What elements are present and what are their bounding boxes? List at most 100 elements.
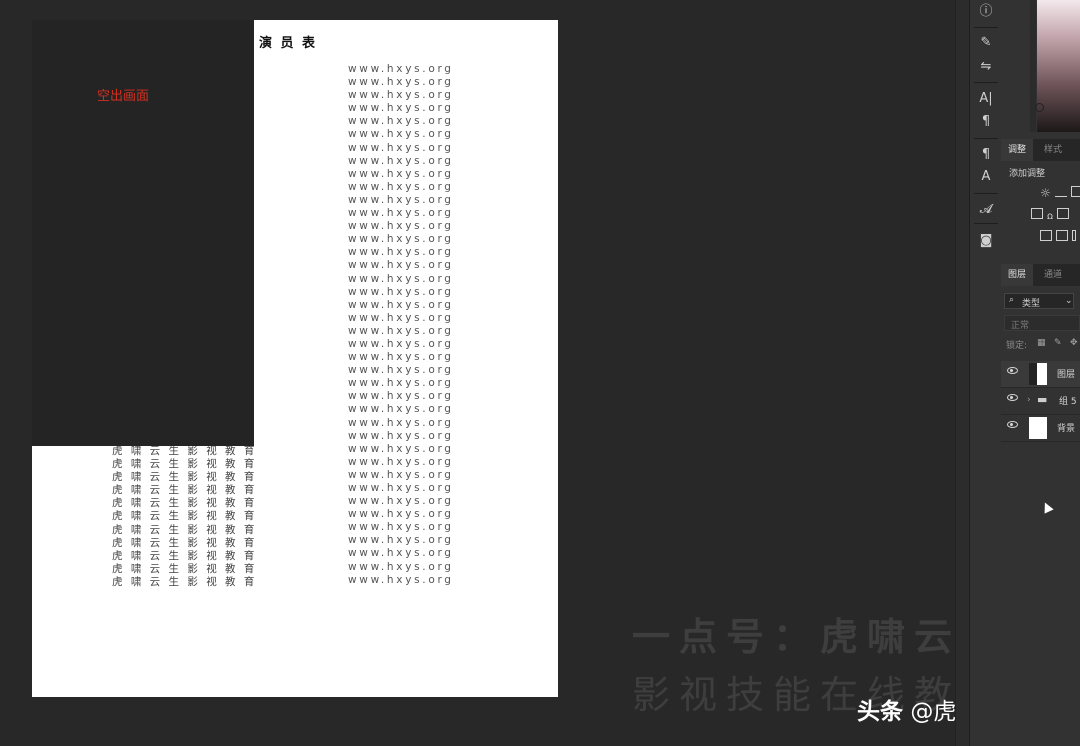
toolbar-separator: [974, 193, 998, 194]
visibility-eye-icon[interactable]: [1007, 394, 1018, 401]
add-adjustment-label: 添加调整: [1009, 169, 1046, 179]
name-credit-line: 虎 啸 云 生 影 视 教 育: [112, 575, 257, 588]
blank-frame-area: 空出画面: [32, 20, 254, 446]
black-white-icon[interactable]: [1057, 208, 1070, 219]
url-credit-line: www.hxys.org: [348, 167, 454, 180]
layer-comps-icon[interactable]: ◙: [970, 232, 1002, 250]
layer-filter-select[interactable]: ⌕ 类型 ⌄: [1004, 293, 1074, 309]
paragraph-styles-icon[interactable]: ¶: [970, 146, 1002, 164]
layer-thumbnail: [1029, 363, 1047, 385]
toolbar-separator: [974, 223, 998, 224]
color-balance-icon[interactable]: ꭥ: [1047, 208, 1053, 222]
blend-mode-select[interactable]: 正常: [1004, 315, 1080, 331]
lock-transparency-icon[interactable]: ▦: [1037, 338, 1046, 348]
brightness-icon[interactable]: ☼: [1040, 186, 1051, 200]
url-credit-line: www.hxys.org: [348, 495, 454, 508]
credit-prefix: 头条: [857, 699, 903, 725]
blank-frame-label: 空出画面: [97, 89, 150, 104]
url-credit-line: www.hxys.org: [348, 76, 454, 89]
tab-layers[interactable]: 图层: [1001, 264, 1034, 286]
channel-mixer-icon[interactable]: [1056, 230, 1068, 241]
url-credit-line: www.hxys.org: [348, 193, 454, 206]
adjustments-tabbar: 调整 样式: [1001, 139, 1080, 161]
blend-mode-value: 正常: [1011, 321, 1030, 331]
gradient-map-icon[interactable]: [1072, 230, 1076, 241]
canvas-document[interactable]: 演 员 表 www.hxys.org www.hxys.org www.hxys.o…: [32, 20, 558, 697]
name-credit-line: 虎 啸 云 生 影 视 教 育: [112, 484, 257, 497]
character-icon[interactable]: A|: [970, 90, 1002, 108]
url-credit-line: www.hxys.org: [348, 63, 454, 75]
url-credit-line: www.hxys.org: [348, 337, 454, 350]
url-credit-line: www.hxys.org: [348, 390, 454, 403]
layer-row[interactable]: › ▬ 组 5: [1001, 388, 1080, 415]
chevron-right-icon[interactable]: ›: [1027, 395, 1031, 405]
url-credit-line: www.hxys.org: [348, 154, 454, 167]
url-credit-line: www.hxys.org: [348, 351, 454, 364]
layer-thumbnail: [1029, 417, 1047, 439]
hue-saturation-icon[interactable]: [1031, 208, 1043, 219]
name-credits-column: 虎 啸 云 生 影 视 教 育虎 啸 云 生 影 视 教 育虎 啸 云 生 影 …: [112, 445, 257, 589]
paragraph-icon[interactable]: ¶: [970, 113, 1002, 131]
folder-icon: ▬: [1037, 393, 1048, 406]
glyphs-icon[interactable]: 𝓐: [970, 201, 1002, 219]
url-credit-line: www.hxys.org: [348, 220, 454, 233]
tab-channels[interactable]: 通道: [1037, 264, 1069, 286]
color-picker-field[interactable]: [1035, 0, 1080, 132]
url-credit-line: www.hxys.org: [348, 207, 454, 220]
adjustment-icons-row-2: ꭥ: [1031, 208, 1070, 222]
url-credit-line: www.hxys.org: [348, 259, 454, 272]
url-credit-line: www.hxys.org: [348, 468, 454, 481]
toolbar-separator: [974, 27, 998, 28]
brush-settings-icon[interactable]: ✎: [970, 34, 1002, 52]
name-credit-line: 虎 啸 云 生 影 视 教 育: [112, 445, 257, 457]
lock-position-icon[interactable]: ✥: [1070, 338, 1078, 348]
layer-name: 背景: [1057, 424, 1076, 434]
cast-list-title: 演 员 表: [259, 36, 318, 51]
url-credit-line: www.hxys.org: [348, 534, 454, 547]
name-credit-line: 虎 啸 云 生 影 视 教 育: [112, 510, 257, 523]
panel-collapse-strip[interactable]: [955, 0, 970, 746]
chevron-down-icon: ⌄: [1065, 296, 1073, 306]
name-credit-line: 虎 啸 云 生 影 视 教 育: [112, 458, 257, 471]
visibility-eye-icon[interactable]: [1007, 421, 1018, 428]
layer-name: 图层: [1057, 370, 1076, 380]
watermark-line-1: 一点号：虎啸云生: [632, 615, 1009, 659]
url-credit-line: www.hxys.org: [348, 547, 454, 560]
tool-presets-icon[interactable]: ⇋: [970, 58, 1002, 76]
visibility-eye-icon[interactable]: [1007, 367, 1018, 374]
url-credit-line: www.hxys.org: [348, 560, 454, 573]
url-credits-column: www.hxys.org www.hxys.org www.hxys.org www.…: [348, 63, 454, 587]
name-credit-line: 虎 啸 云 生 影 视 教 育: [112, 523, 257, 536]
tab-styles[interactable]: 样式: [1037, 139, 1069, 161]
url-credit-line: www.hxys.org: [348, 416, 454, 429]
url-credit-line: www.hxys.org: [348, 285, 454, 298]
url-credit-line: www.hxys.org: [348, 508, 454, 521]
lock-label: 锁定:: [1006, 341, 1028, 351]
color-picker-cursor: [1035, 103, 1044, 112]
info-icon[interactable]: ⓘ: [970, 3, 1002, 21]
curves-icon[interactable]: [1070, 186, 1080, 197]
url-credit-line: www.hxys.org: [348, 311, 454, 324]
url-credit-line: www.hxys.org: [348, 521, 454, 534]
levels-icon[interactable]: [1054, 186, 1067, 197]
tab-adjustments[interactable]: 调整: [1001, 139, 1034, 161]
lock-image-icon[interactable]: ✎: [1054, 338, 1062, 348]
layer-row[interactable]: 图层: [1001, 361, 1080, 388]
character-styles-icon[interactable]: A: [970, 168, 1002, 186]
adjustment-icons-row-1: ☼: [1040, 186, 1080, 200]
photo-filter-icon[interactable]: [1040, 230, 1052, 241]
layer-row[interactable]: 背景: [1001, 415, 1080, 442]
url-credit-line: www.hxys.org: [348, 233, 454, 246]
url-credit-line: www.hxys.org: [348, 573, 454, 586]
url-credit-line: www.hxys.org: [348, 141, 454, 154]
url-credit-line: www.hxys.org: [348, 482, 454, 494]
url-credit-line: www.hxys.org: [348, 377, 454, 390]
name-credit-line: 虎 啸 云 生 影 视 教 育: [112, 471, 257, 484]
url-credit-line: www.hxys.org: [348, 442, 454, 455]
toolbar-separator: [974, 138, 998, 139]
hue-slider[interactable]: [1030, 0, 1036, 132]
url-credit-line: www.hxys.org: [348, 128, 454, 141]
url-credit-line: www.hxys.org: [348, 246, 454, 259]
panel-icon-toolbar: ⓘ ✎ ⇋ A| ¶ ¶ A 𝓐 ◙: [969, 0, 1003, 746]
url-credit-line: www.hxys.org: [348, 324, 454, 337]
